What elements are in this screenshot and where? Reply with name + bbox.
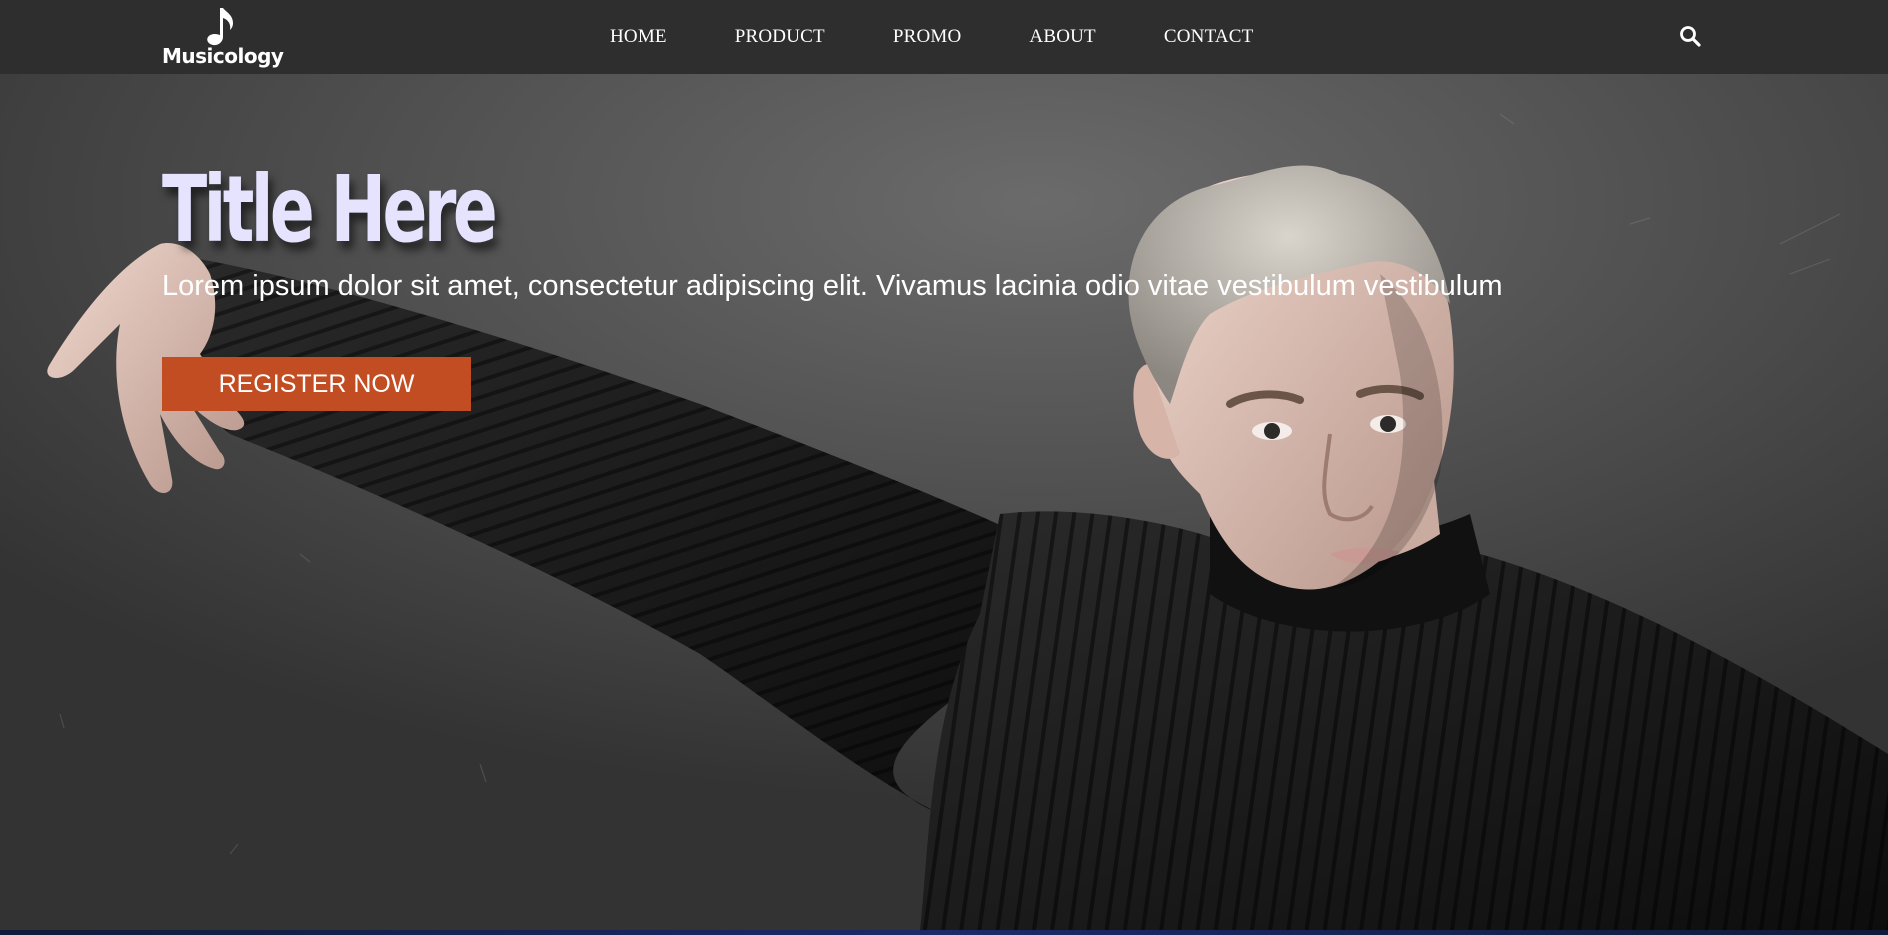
nav-link-about[interactable]: ABOUT bbox=[1029, 26, 1095, 47]
nav-item-about: ABOUT bbox=[1029, 26, 1095, 48]
nav-item-contact: CONTACT bbox=[1164, 26, 1254, 48]
top-navbar: Musicology HOME PRODUCT PROMO ABOUT CONT… bbox=[0, 0, 1888, 74]
nav-item-home: HOME bbox=[610, 26, 667, 48]
landing-page: Musicology HOME PRODUCT PROMO ABOUT CONT… bbox=[0, 0, 1888, 935]
music-note-icon bbox=[207, 8, 233, 46]
main-nav-menu: HOME PRODUCT PROMO ABOUT CONTACT bbox=[610, 0, 1253, 74]
hero-title: Title Here bbox=[162, 156, 498, 263]
search-icon[interactable] bbox=[1678, 24, 1702, 48]
nav-link-promo[interactable]: PROMO bbox=[893, 26, 962, 47]
nav-link-product[interactable]: PRODUCT bbox=[735, 26, 825, 47]
nav-link-home[interactable]: HOME bbox=[610, 26, 667, 47]
hero-section: Title Here Lorem ipsum dolor sit amet, c… bbox=[0, 74, 1888, 930]
register-now-button[interactable]: REGISTER NOW bbox=[162, 357, 471, 411]
nav-item-promo: PROMO bbox=[893, 26, 962, 48]
bottom-edge-strip bbox=[0, 930, 1888, 935]
nav-item-product: PRODUCT bbox=[735, 26, 825, 48]
brand-name: Musicology bbox=[162, 44, 284, 68]
nav-link-contact[interactable]: CONTACT bbox=[1164, 26, 1254, 47]
hero-subtitle: Lorem ipsum dolor sit amet, consectetur … bbox=[162, 270, 1503, 302]
brand-logo-link[interactable]: Musicology bbox=[162, 6, 284, 68]
